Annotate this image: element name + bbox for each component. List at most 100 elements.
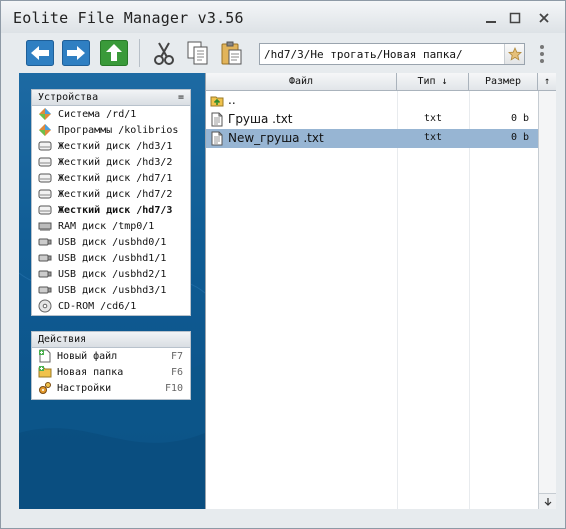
devices-header-label: Устройства — [38, 92, 99, 103]
device-item[interactable]: Жесткий диск /hd7/3 — [32, 202, 190, 218]
device-label: USB диск /usbhd3/1 — [58, 284, 167, 296]
device-item[interactable]: Жесткий диск /hd3/2 — [32, 154, 190, 170]
column-name-header[interactable]: Файл — [206, 73, 397, 91]
hard-disk-icon — [38, 203, 52, 217]
device-label: Жесткий диск /hd7/1 — [58, 172, 173, 184]
file-size: 0 b — [510, 132, 529, 143]
forward-button[interactable] — [61, 39, 91, 67]
action-label: Настройки — [57, 382, 112, 394]
action-shortcut: F10 — [164, 382, 183, 394]
device-item[interactable]: USB диск /usbhd0/1 — [32, 234, 190, 250]
file-row[interactable]: .. — [206, 91, 538, 110]
device-label: Жесткий диск /hd7/2 — [58, 188, 173, 200]
back-button[interactable] — [25, 39, 55, 67]
paste-icon — [221, 41, 242, 65]
actions-header: Действия — [32, 332, 190, 348]
copy-button[interactable] — [183, 39, 213, 67]
column-divider — [469, 91, 470, 509]
file-type: txt — [423, 132, 443, 143]
sidebar: Устройства = Система /rd/1 Программы /kol… — [19, 73, 205, 509]
column-header: Файл Тип ↓ Размер ↑ — [206, 73, 556, 91]
cut-button[interactable] — [149, 39, 179, 67]
arrow-left-icon — [26, 40, 54, 66]
vertical-scrollbar[interactable] — [538, 91, 556, 509]
toolbar: /hd7/3/Не трогать/Новая папка/ — [11, 33, 557, 73]
device-item[interactable]: Система /rd/1 — [32, 106, 190, 122]
action-list: Новый файл F7 Новая папка F6 Настройки F10 — [32, 348, 190, 396]
usb-disk-icon — [38, 267, 52, 281]
devices-box: Устройства = Система /rd/1 Программы /kol… — [31, 89, 191, 316]
file-row[interactable]: New_груша .txt txt 0 b — [206, 129, 538, 148]
action-label: Новый файл — [57, 350, 118, 362]
file-type: txt — [423, 113, 443, 124]
folder-up-icon — [210, 93, 224, 108]
text-file-icon — [210, 112, 224, 127]
device-label: CD-ROM /cd6/1 — [58, 300, 137, 312]
star-icon — [507, 47, 522, 61]
programs-icon — [38, 123, 52, 137]
close-button[interactable] — [531, 11, 557, 25]
device-list: Система /rd/1 Программы /kolibrios Жесткий… — [32, 106, 190, 314]
column-type-header[interactable]: Тип ↓ — [397, 73, 469, 91]
menu-button[interactable] — [539, 43, 545, 65]
action-shortcut: F7 — [170, 350, 183, 362]
toolbar-separator — [139, 39, 140, 67]
device-item[interactable]: CD-ROM /cd6/1 — [32, 298, 190, 314]
device-label: USB диск /usbhd0/1 — [58, 236, 167, 248]
paste-button[interactable] — [217, 39, 247, 67]
device-label: USB диск /usbhd1/1 — [58, 252, 167, 264]
file-row[interactable]: Груша .txt txt 0 b — [206, 110, 538, 129]
device-item[interactable]: USB диск /usbhd2/1 — [32, 266, 190, 282]
hard-disk-icon — [38, 171, 52, 185]
new-file-icon — [38, 349, 52, 363]
action-item[interactable]: Настройки F10 — [32, 380, 190, 396]
device-item[interactable]: Программы /kolibrios — [32, 122, 190, 138]
usb-disk-icon — [38, 251, 52, 265]
devices-header[interactable]: Устройства = — [32, 90, 190, 106]
file-rows: .. Груша .txt txt 0 b New_груша .txt txt 0 b — [206, 91, 538, 148]
system-icon — [38, 107, 52, 121]
arrow-right-icon — [62, 40, 90, 66]
path-field[interactable]: /hd7/3/Не трогать/Новая папка/ — [259, 43, 525, 65]
device-label: Жесткий диск /hd3/2 — [58, 156, 173, 168]
device-item[interactable]: USB диск /usbhd3/1 — [32, 282, 190, 298]
hard-disk-icon — [38, 155, 52, 169]
arrow-up-icon — [100, 40, 128, 66]
file-name: New_груша .txt — [228, 131, 324, 145]
scroll-down-button[interactable] — [539, 493, 556, 509]
device-item[interactable]: USB диск /usbhd1/1 — [32, 250, 190, 266]
actions-box: Действия Новый файл F7 Новая папка F6 Настро… — [31, 331, 191, 400]
arrow-down-icon — [544, 497, 551, 506]
action-item[interactable]: Новый файл F7 — [32, 348, 190, 364]
hard-disk-icon — [38, 139, 52, 153]
usb-disk-icon — [38, 283, 52, 297]
column-divider — [397, 91, 398, 509]
device-item[interactable]: RAM диск /tmp0/1 — [32, 218, 190, 234]
copy-icon — [187, 41, 208, 65]
close-icon — [539, 13, 549, 23]
file-size: 0 b — [510, 113, 529, 124]
action-item[interactable]: Новая папка F6 — [32, 364, 190, 380]
device-label: Жесткий диск /hd3/1 — [58, 140, 173, 152]
hard-disk-icon — [38, 187, 52, 201]
devices-collapse-toggle[interactable]: = — [178, 90, 184, 106]
column-size-header[interactable]: Размер — [469, 73, 538, 91]
scroll-up-button[interactable]: ↑ — [538, 73, 556, 91]
device-item[interactable]: Жесткий диск /hd7/1 — [32, 170, 190, 186]
device-label: RAM диск /tmp0/1 — [58, 220, 155, 232]
path-input[interactable]: /hd7/3/Не трогать/Новая папка/ — [260, 48, 504, 61]
maximize-button[interactable] — [507, 11, 523, 25]
app-window: Eolite File Manager v3.56 /hd7/3/Не трог… — [0, 0, 566, 529]
file-name: Груша .txt — [228, 112, 293, 126]
window-title: Eolite File Manager v3.56 — [13, 9, 244, 27]
device-item[interactable]: Жесткий диск /hd3/1 — [32, 138, 190, 154]
device-item[interactable]: Жесткий диск /hd7/2 — [32, 186, 190, 202]
title-bar[interactable]: Eolite File Manager v3.56 — [1, 1, 565, 33]
bookmark-button[interactable] — [504, 44, 524, 64]
up-button[interactable] — [99, 39, 129, 67]
device-label: Программы /kolibrios — [58, 124, 179, 136]
new-folder-icon — [38, 365, 52, 379]
settings-icon — [38, 381, 52, 395]
device-label: Жесткий диск /hd7/3 — [58, 204, 173, 216]
minimize-button[interactable] — [483, 11, 499, 25]
